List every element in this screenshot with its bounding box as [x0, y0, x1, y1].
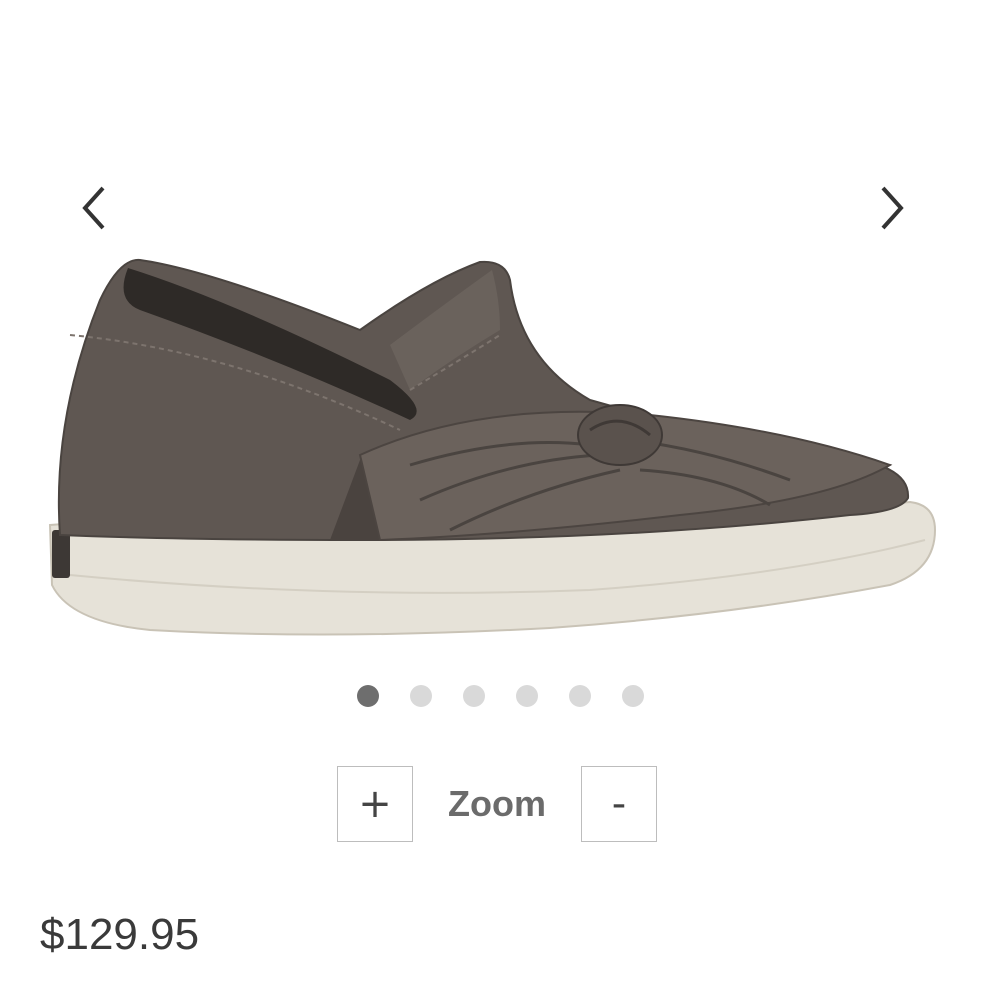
product-image[interactable] — [30, 240, 970, 660]
zoom-out-button[interactable]: - — [581, 766, 657, 842]
carousel-dot[interactable] — [462, 685, 485, 707]
carousel-dot[interactable] — [568, 685, 591, 707]
zoom-controls: + Zoom - — [337, 764, 657, 844]
zoom-in-button[interactable]: + — [337, 766, 413, 842]
carousel-dot[interactable] — [409, 685, 432, 707]
product-price: $129.95 — [40, 910, 200, 959]
carousel-dot[interactable] — [621, 685, 644, 707]
chevron-left-icon — [82, 186, 105, 230]
product-gallery — [0, 0, 1000, 740]
chevron-right-icon — [881, 186, 904, 230]
next-image-button[interactable] — [862, 178, 922, 238]
carousel-dots — [0, 685, 1000, 709]
carousel-dot[interactable] — [515, 685, 538, 707]
zoom-label: Zoom — [448, 783, 546, 824]
carousel-dot[interactable] — [356, 685, 379, 707]
previous-image-button[interactable] — [64, 178, 124, 238]
